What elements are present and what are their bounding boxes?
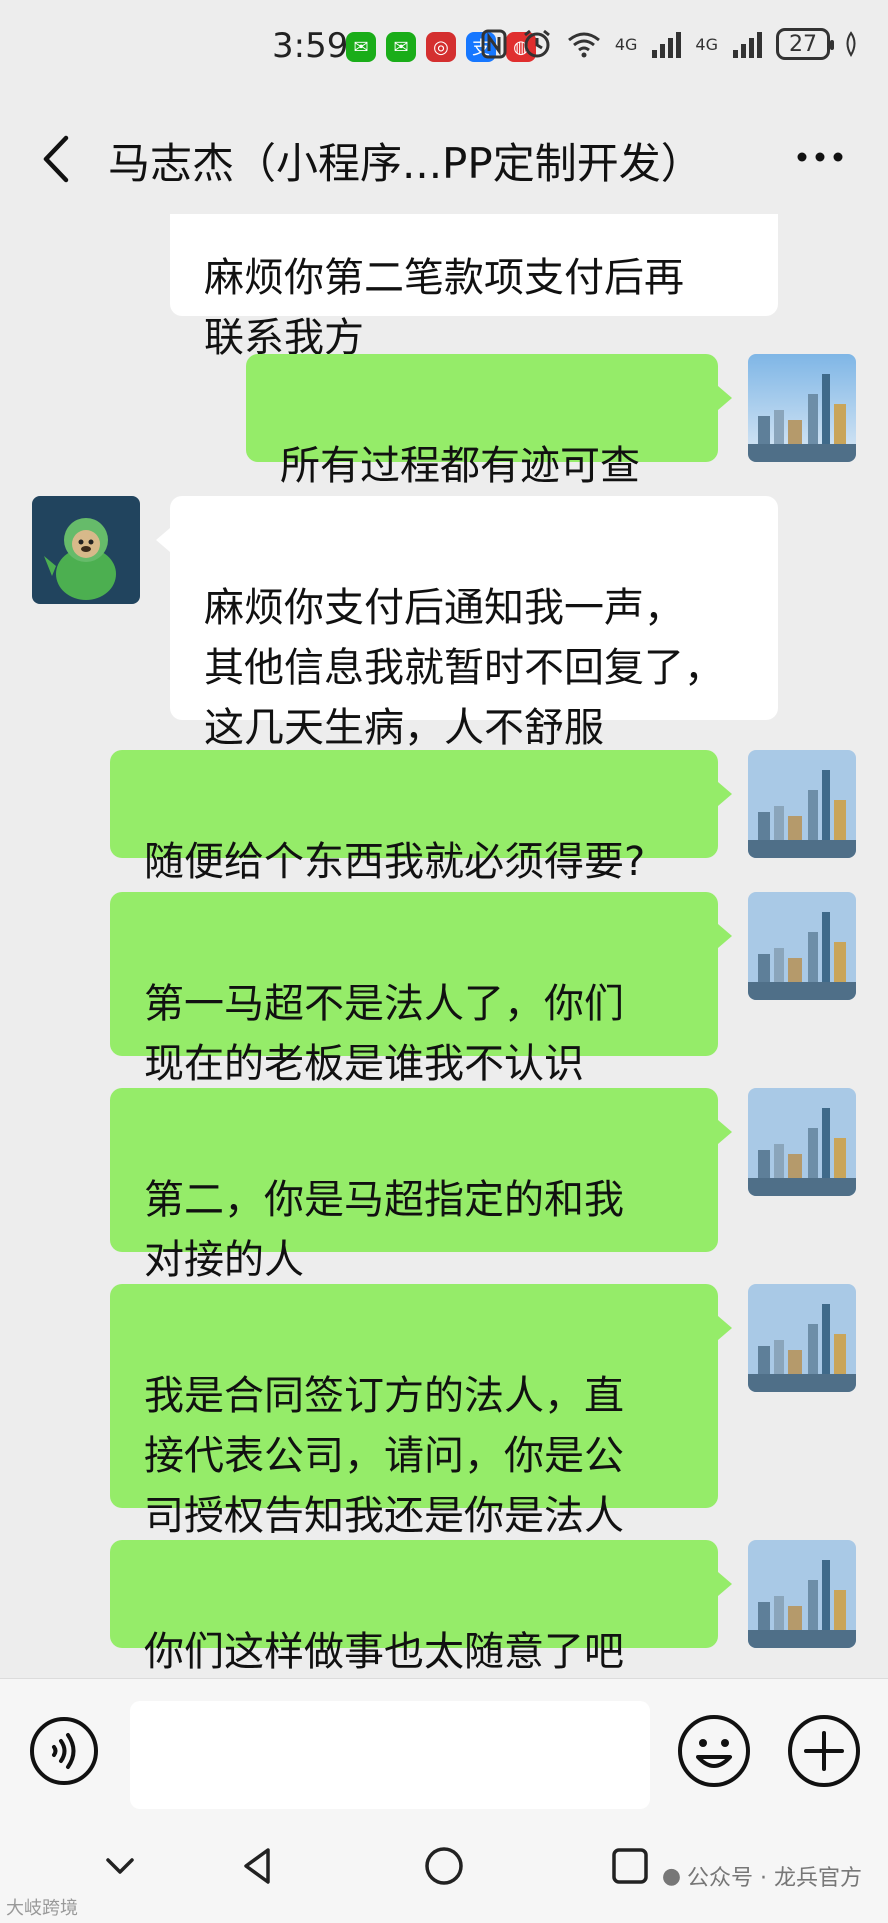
watermark-left: 大岐跨境 [6,1894,78,1920]
message-text: 所有过程都有迹可查 [280,443,640,489]
wechat-icon: ✉ [386,32,416,62]
wechat-icon: ✉ [346,32,376,62]
network-type: 4G [695,34,718,54]
more-options-icon[interactable] [790,132,850,182]
watermark-text: 公众号 · 龙兵官方 [687,1866,862,1891]
message-text: 我是合同签订方的法人，直 接代表公司，请问，你是公 司授权告知我还是你是法人 [144,1373,624,1539]
self-avatar[interactable] [748,750,856,858]
city-skyline-icon [748,1540,856,1648]
watermark: ● 公众号 · 龙兵官方 [662,1860,862,1892]
message-bubble-sent[interactable]: 随便给个东西我就必须得要? [110,750,732,885]
watermark-left-text: 大岐跨境 [6,1898,78,1919]
message-bubble-received[interactable]: 麻烦你第二笔款项支付后再 联系我方 [170,214,778,361]
chat-header: 马志杰（小程序...PP定制开发） [0,112,888,202]
status-time: 3:59 [272,26,349,66]
message-text: 麻烦你支付后通知我一声， 其他信息我就暂时不回复了， 这几天生病，人不舒服 [204,585,724,751]
message-text: 你们这样做事也太随意了吧 [144,1629,624,1675]
voice-input-button[interactable] [28,1715,100,1787]
self-avatar[interactable] [748,354,856,462]
message-bubble-sent[interactable]: 你们这样做事也太随意了吧 [110,1540,732,1675]
self-avatar[interactable] [748,1088,856,1196]
chevron-down-icon[interactable] [96,1842,144,1890]
message-bubble-sent[interactable]: 我是合同签订方的法人，直 接代表公司，请问，你是公 司授权告知我还是你是法人 [110,1284,732,1539]
more-functions-button[interactable] [786,1713,862,1789]
wechat-logo-icon: ● [661,1863,682,1889]
message-input[interactable] [130,1701,650,1809]
leaf-icon [846,31,856,57]
pug-dinosaur-avatar-icon [32,496,140,604]
chat-title: 马志杰（小程序...PP定制开发） [108,139,703,188]
nav-back-icon[interactable] [234,1842,282,1890]
back-arrow-icon[interactable] [38,134,78,184]
self-avatar[interactable] [748,892,856,1000]
emoji-button[interactable] [676,1713,752,1789]
wifi-icon [567,32,600,58]
message-bubble-sent[interactable]: 第二，你是马超指定的和我 对接的人 [110,1088,732,1283]
message-text: 第一马超不是法人了，你们 现在的老板是谁我不认识 [144,981,624,1087]
alarm-icon [523,29,550,58]
message-bubble-sent[interactable]: 第一马超不是法人了，你们 现在的老板是谁我不认识 [110,892,732,1087]
self-avatar[interactable] [748,1284,856,1392]
nav-home-icon[interactable] [420,1842,468,1890]
contact-avatar[interactable] [32,496,140,604]
message-bubble-sent[interactable]: 所有过程都有迹可查 [246,354,732,489]
message-text: 麻烦你第二笔款项支付后再 联系我方 [204,255,684,361]
status-bar: 3:59 ✉ ✉ ◎ 支 ◍ 4G 4G 27 [0,0,888,96]
city-skyline-icon [748,1284,856,1392]
self-avatar[interactable] [748,1540,856,1648]
system-indicators: 4G 4G 27 [481,28,858,60]
nav-recents-icon[interactable] [606,1842,654,1890]
nfc-icon [481,29,507,59]
city-skyline-icon [748,750,856,858]
chat-input-bar [0,1678,888,1830]
city-skyline-icon [748,1088,856,1196]
city-skyline-icon [748,892,856,1000]
city-skyline-icon [748,354,856,462]
battery-indicator: 27 [776,28,834,60]
message-bubble-received[interactable]: 麻烦你支付后通知我一声， 其他信息我就暂时不回复了， 这几天生病，人不舒服 [156,496,778,751]
signal-icon [652,32,682,58]
system-nav-bar: ● 公众号 · 龙兵官方 大岐跨境 [0,1830,888,1923]
shopping-app-icon: ◎ [426,32,456,62]
message-text: 第二，你是马超指定的和我 对接的人 [144,1177,624,1283]
message-list[interactable]: 麻烦你第二笔款项支付后再 联系我方 所有过程都有迹可查 麻烦你支付后通知我一声，… [0,214,888,1678]
network-type: 4G [614,34,638,54]
battery-level: 27 [789,31,817,57]
message-text: 随便给个东西我就必须得要? [144,839,646,885]
signal-icon [733,32,762,58]
